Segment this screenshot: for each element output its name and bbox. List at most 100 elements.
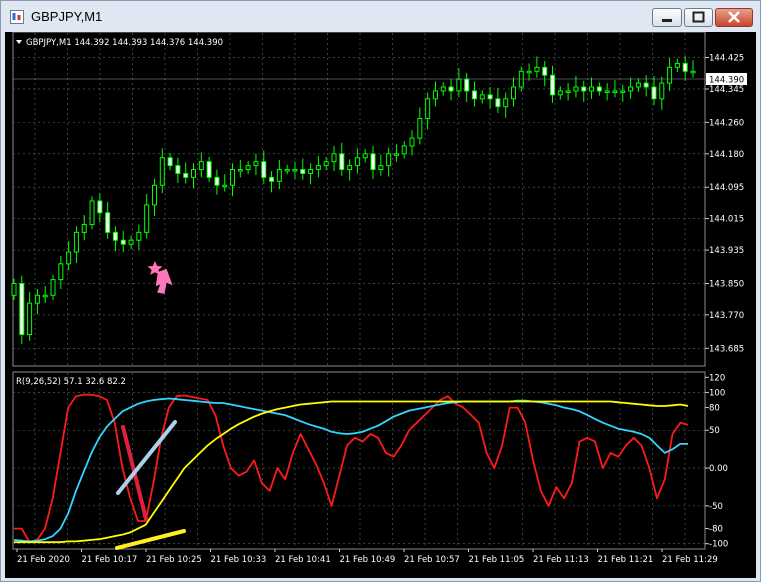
candle-body [401,145,407,155]
candle-body [50,279,56,296]
candle-body [284,169,290,172]
candle-body [183,172,189,178]
time-tick-label: 21 Feb 10:41 [275,555,331,565]
title-bar[interactable]: GBPJPY,M1 [1,1,760,33]
price-tick-label: 144.015 [709,215,744,225]
candle-body [323,161,329,167]
candle-body [292,169,298,172]
candle-body [596,86,602,92]
candle-body [378,165,384,171]
candle-body [175,165,181,174]
candle-body [222,184,228,188]
minimize-button[interactable] [652,8,682,27]
candle-body [573,86,579,92]
chart-window: GBPJPY,M1 GBPJPY,M1 144.392 144.393 144.… [0,0,761,582]
candle-body [105,212,111,233]
chart-canvas[interactable]: GBPJPY,M1 144.392 144.393 144.376 144.39… [5,32,756,578]
maximize-icon [692,11,705,23]
indicator-line-mid [13,397,688,543]
candle-body [393,153,399,156]
candle-body [331,153,337,163]
candle-body [73,231,79,253]
candle-body [27,302,33,336]
time-tick-label: 21 Feb 10:33 [211,555,267,565]
indicator-tick-label: -80 [709,525,723,535]
candle-body [97,200,103,214]
candle-body [214,176,220,186]
candle-body [487,94,493,100]
candle-body [643,82,649,88]
indicator-tick-label: 0.00 [709,464,728,474]
candle-body [300,169,306,174]
candle-body [581,86,587,92]
candle-body [347,165,353,171]
maximize-button[interactable] [684,8,713,27]
up-arrow-icon [155,268,173,294]
time-tick-label: 21 Feb 10:57 [404,555,460,565]
candle-body [136,231,142,241]
candle-body [690,70,696,74]
candle-body [253,161,259,167]
candle-body [604,90,610,93]
candle-body [276,169,282,182]
candle-body [448,86,454,92]
candle-body [659,82,665,100]
candle-body [589,86,595,92]
candle-body [526,70,532,74]
candle-body [11,282,17,296]
candle-body [417,117,423,139]
candle-body [386,153,392,167]
candle-body [112,231,118,241]
indicator-line-fast [14,393,689,544]
candle-body [66,251,72,265]
indicator-tick-label: 80 [709,404,720,414]
chart-app-icon [10,10,24,24]
candle-body [261,161,267,178]
candle-body [628,86,634,92]
window-title: GBPJPY,M1 [31,9,103,24]
chart-area[interactable]: GBPJPY,M1 144.392 144.393 144.376 144.39… [5,32,756,578]
candle-body [315,165,321,171]
price-panel-header: GBPJPY,M1 144.392 144.393 144.376 144.39… [26,38,223,48]
time-tick-label: 21 Feb 10:17 [82,555,138,565]
candle-body [651,86,657,100]
candle-body [557,90,563,96]
candle-body [308,169,314,174]
indicator-tick-label: 100 [709,388,725,398]
candle-body [89,200,95,226]
price-tick-label: 143.935 [709,246,744,256]
price-tick-label: 144.425 [709,54,744,64]
candle-body [19,282,25,336]
candle-body [362,153,368,159]
candle-body [206,161,212,178]
time-tick-label: 21 Feb 11:13 [533,555,589,565]
candle-body [42,294,48,298]
candle-body [425,98,431,119]
candle-body [464,78,470,92]
time-tick-label: 21 Feb 10:25 [146,555,202,565]
price-tick-label: 143.850 [709,279,744,289]
indicator-tick-label: 120 [709,373,725,383]
candle-body [550,74,556,96]
candle-body [667,66,673,84]
candle-body [503,98,509,108]
current-price-label: 144.390 [709,76,744,86]
close-button[interactable] [715,8,753,27]
candle-body [495,98,501,108]
panel-collapse-icon[interactable] [16,40,22,44]
candle-body [409,137,415,147]
price-tick-label: 143.685 [709,344,744,354]
candle-body [245,165,251,171]
candle-body [440,86,446,92]
price-panel-frame [12,32,706,367]
candle-body [542,66,548,76]
annotation-blue-stroke [116,420,177,495]
candle-body [479,94,485,100]
candle-body [167,157,173,167]
candle-body [230,169,236,186]
price-tick-label: 144.095 [709,183,744,193]
time-tick-label: 21 Feb 2020 [17,555,70,565]
candle-body [674,62,680,68]
candle-body [456,78,462,92]
candle-body [159,157,165,186]
